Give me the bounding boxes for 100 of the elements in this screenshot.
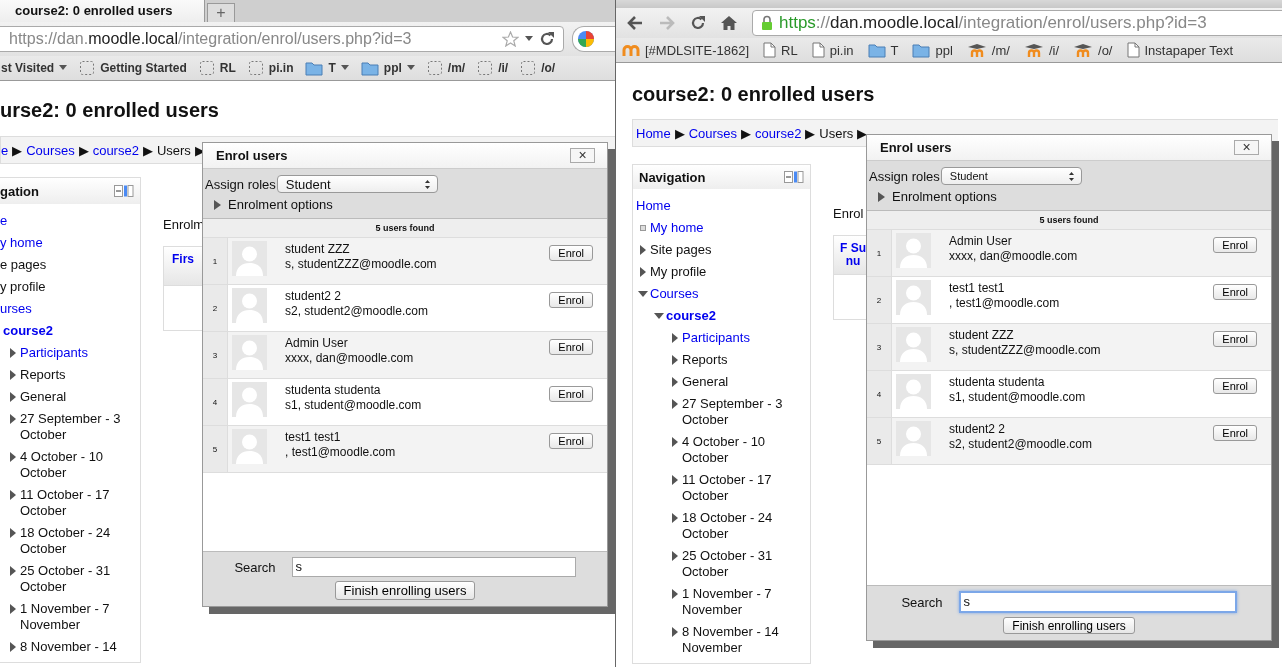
nav-item[interactable]: General xyxy=(682,374,729,390)
role-select[interactable]: Student xyxy=(940,167,1082,185)
caret-right-icon[interactable] xyxy=(670,377,680,387)
nav-item[interactable]: 8 November - 14 xyxy=(20,639,117,655)
caret-down-icon[interactable] xyxy=(654,311,664,321)
nav-item[interactable]: 18 October - 24 October xyxy=(682,510,810,542)
caret-right-icon[interactable] xyxy=(877,190,886,203)
breadcrumb-link[interactable]: e xyxy=(1,142,9,158)
star-icon[interactable] xyxy=(502,31,519,47)
caret-right-icon[interactable] xyxy=(670,513,680,523)
nav-item[interactable]: urses xyxy=(0,301,32,317)
nav-item[interactable]: Home xyxy=(636,198,671,214)
nav-item[interactable]: My profile xyxy=(650,264,707,280)
address-field[interactable]: https://dan.moodle.local/integration/enrol/users.php?id=3 xyxy=(752,10,1282,36)
nav-item[interactable]: 25 October - 31 October xyxy=(682,548,810,580)
nav-item[interactable]: Reports xyxy=(682,352,728,368)
caret-right-icon[interactable] xyxy=(670,399,680,409)
bookmark[interactable]: [#MDLSITE-1862] xyxy=(645,42,750,58)
caret-right-icon[interactable] xyxy=(670,437,680,447)
caret-right-icon[interactable] xyxy=(638,245,648,255)
nav-item[interactable]: 18 October - 24 October xyxy=(20,525,140,557)
breadcrumb-link[interactable]: Courses xyxy=(688,125,738,141)
nav-item[interactable]: course2 xyxy=(3,323,53,339)
nav-item[interactable]: 11 October - 17 October xyxy=(682,472,810,504)
section-toggle[interactable]: Enrolment options xyxy=(228,197,333,212)
enrol-button[interactable]: Enrol xyxy=(549,339,593,355)
nav-item[interactable]: 1 November - 7 November xyxy=(682,586,810,618)
caret-right-icon[interactable] xyxy=(213,198,222,211)
nav-item[interactable]: Participants xyxy=(682,330,750,346)
nav-item[interactable]: e xyxy=(0,213,8,229)
bookmark[interactable]: pi.in xyxy=(268,61,294,75)
caret-down-icon[interactable] xyxy=(638,289,648,299)
caret-right-icon[interactable] xyxy=(8,566,18,576)
section-toggle[interactable]: Enrolment options xyxy=(892,189,997,204)
nav-item[interactable]: General xyxy=(20,389,67,405)
enrol-button[interactable]: Enrol xyxy=(1213,331,1257,347)
finish-button[interactable]: Finish enrolling users xyxy=(334,581,476,600)
caret-right-icon[interactable] xyxy=(670,589,680,599)
caret-right-icon[interactable] xyxy=(670,627,680,637)
caret-right-icon[interactable] xyxy=(8,642,18,652)
nav-item[interactable]: y home xyxy=(0,235,43,251)
enrol-button[interactable]: Enrol xyxy=(549,292,593,308)
bookmark[interactable]: Instapaper Text xyxy=(1144,42,1234,58)
search-field[interactable]: s xyxy=(291,557,576,577)
enrol-button[interactable]: Enrol xyxy=(1213,425,1257,441)
search-field[interactable]: s xyxy=(958,591,1237,613)
block-controls-icon[interactable] xyxy=(784,171,804,183)
home-icon[interactable] xyxy=(720,15,738,31)
breadcrumb-link[interactable]: course2 xyxy=(755,125,802,141)
close-button[interactable]: × xyxy=(570,148,595,163)
search-provider-icon[interactable] xyxy=(577,30,597,48)
enrol-button[interactable]: Enrol xyxy=(1213,378,1257,394)
role-select[interactable]: Student xyxy=(276,175,438,193)
close-button[interactable]: × xyxy=(1234,140,1259,155)
breadcrumb-link[interactable]: Courses xyxy=(26,142,75,158)
nav-item[interactable]: 27 September - 3 October xyxy=(682,396,810,428)
nav-item[interactable]: 25 October - 31 October xyxy=(20,563,140,595)
bookmark[interactable]: st Visited xyxy=(1,61,55,75)
browser-tab[interactable]: course2: 0 enrolled users xyxy=(0,0,205,22)
back-icon[interactable] xyxy=(626,15,644,31)
column-header[interactable]: Firs xyxy=(163,246,203,286)
nav-item[interactable]: y profile xyxy=(0,279,46,295)
bookmark[interactable]: /i/ xyxy=(498,61,509,75)
bookmark[interactable]: /m/ xyxy=(447,61,466,75)
bookmark[interactable]: /i/ xyxy=(1048,42,1060,58)
nav-item[interactable]: 8 November - 14 November xyxy=(682,624,810,656)
bookmark[interactable]: RL xyxy=(781,42,798,58)
bookmark[interactable]: /o/ xyxy=(541,61,556,75)
caret-right-icon[interactable] xyxy=(8,370,18,380)
enrol-button[interactable]: Enrol xyxy=(549,433,593,449)
caret-right-icon[interactable] xyxy=(8,392,18,402)
bookmark[interactable]: /m/ xyxy=(991,42,1010,58)
caret-right-icon[interactable] xyxy=(8,528,18,538)
enrol-button[interactable]: Enrol xyxy=(1213,284,1257,300)
bookmark[interactable]: ppl xyxy=(383,61,402,75)
caret-right-icon[interactable] xyxy=(8,414,18,424)
nav-item[interactable]: e pages xyxy=(0,257,47,273)
nav-item[interactable]: Participants xyxy=(20,345,88,361)
caret-right-icon[interactable] xyxy=(670,475,680,485)
block-controls-icon[interactable] xyxy=(114,185,134,197)
nav-item[interactable]: Site pages xyxy=(650,242,712,258)
breadcrumb-link[interactable]: course2 xyxy=(92,142,139,158)
caret-right-icon[interactable] xyxy=(670,333,680,343)
nav-item[interactable]: 1 November - 7 November xyxy=(20,601,140,633)
caret-right-icon[interactable] xyxy=(8,490,18,500)
caret-right-icon[interactable] xyxy=(670,355,680,365)
nav-item[interactable]: Reports xyxy=(20,367,66,383)
bookmark[interactable]: T xyxy=(890,42,899,58)
bookmark[interactable]: RL xyxy=(219,61,236,75)
bookmark[interactable]: Getting Started xyxy=(100,61,187,75)
bookmark[interactable]: T xyxy=(328,61,336,75)
enrol-button[interactable]: Enrol xyxy=(549,386,593,402)
nav-item[interactable]: 11 October - 17 October xyxy=(20,487,140,519)
caret-right-icon[interactable] xyxy=(8,604,18,614)
nav-item[interactable]: Courses xyxy=(650,286,699,302)
nav-item[interactable]: 4 October - 10 October xyxy=(20,449,140,481)
reload-icon[interactable] xyxy=(690,15,706,31)
enrol-button[interactable]: Enrol xyxy=(1213,237,1257,253)
nav-item[interactable]: course2 xyxy=(666,308,716,324)
caret-right-icon[interactable] xyxy=(638,267,648,277)
